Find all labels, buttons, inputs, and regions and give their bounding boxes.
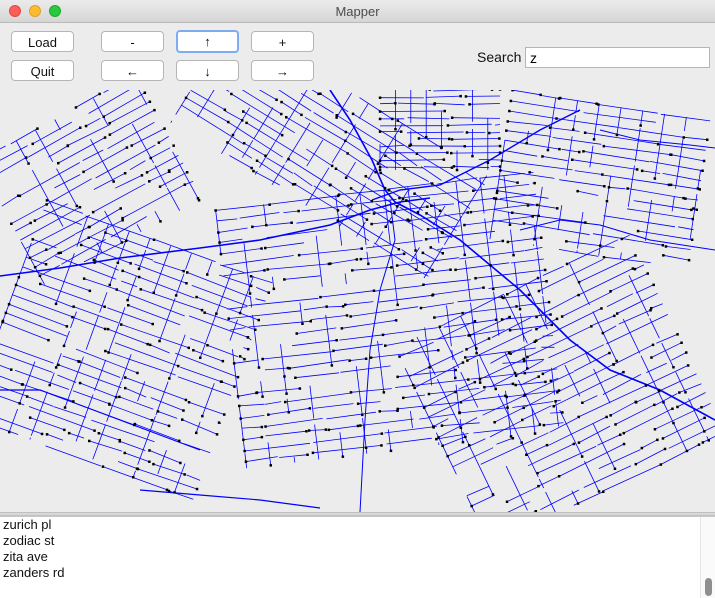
pan-down-button[interactable]: ↓ <box>176 60 239 81</box>
list-item[interactable]: zurich pl <box>0 517 715 533</box>
search-results-list: zurich pl zodiac st zita ave zanders rd <box>0 516 715 598</box>
map-canvas[interactable] <box>0 90 715 512</box>
load-button[interactable]: Load <box>11 31 74 52</box>
intersection-markers <box>1 90 710 512</box>
pan-up-button[interactable]: ↑ <box>176 30 239 53</box>
scrollbar-thumb[interactable] <box>705 578 712 596</box>
list-item[interactable]: zanders rd <box>0 565 715 581</box>
road-network <box>0 90 715 512</box>
results-scrollbar[interactable] <box>700 517 715 598</box>
zoom-in-button[interactable]: + <box>251 31 314 52</box>
search-input[interactable] <box>525 47 710 68</box>
title-bar: Mapper <box>0 0 715 23</box>
window-title: Mapper <box>335 4 380 19</box>
mapper-window: Mapper Load Quit - ↑ + ← ↓ → Search zuri… <box>0 0 715 598</box>
search-label: Search <box>477 49 522 65</box>
list-item[interactable]: zodiac st <box>0 533 715 549</box>
list-item[interactable]: zita ave <box>0 549 715 565</box>
divider-grip[interactable] <box>355 513 360 515</box>
results-items: zurich pl zodiac st zita ave zanders rd <box>0 517 715 581</box>
pan-left-button[interactable]: ← <box>101 60 164 81</box>
pan-right-button[interactable]: → <box>251 60 314 81</box>
quit-button[interactable]: Quit <box>11 60 74 81</box>
zoom-out-button[interactable]: - <box>101 31 164 52</box>
toolbar: Load Quit - ↑ + ← ↓ → Search <box>0 23 715 89</box>
